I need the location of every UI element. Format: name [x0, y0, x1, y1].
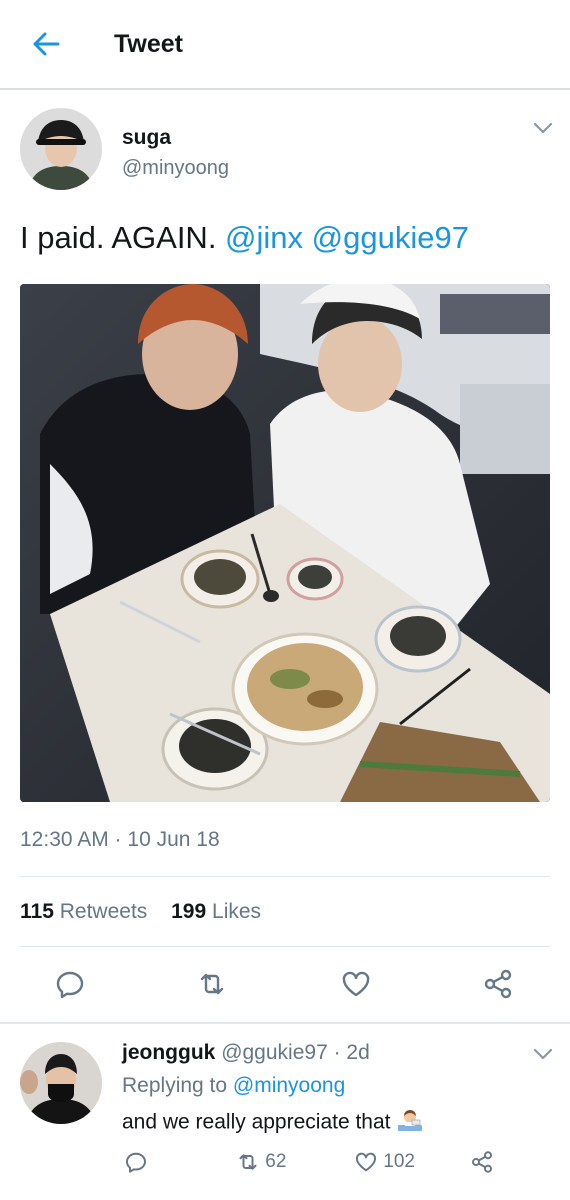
tweet-timestamp: 12:30 AM · 10 Jun 18	[20, 828, 220, 851]
divider	[20, 946, 550, 947]
mention-link[interactable]: @jinx	[225, 220, 303, 255]
back-arrow-icon[interactable]	[28, 28, 64, 60]
reply-like-button[interactable]: 102	[354, 1150, 415, 1178]
page-title: Tweet	[114, 30, 183, 58]
chevron-down-icon[interactable]	[532, 1046, 554, 1067]
retweet-icon	[239, 1154, 257, 1170]
reply-retweet-button[interactable]: 62	[236, 1150, 286, 1178]
section-divider	[0, 1022, 570, 1024]
reply-author-name[interactable]: jeongguk	[122, 1041, 215, 1064]
reply-age: · 2d	[333, 1041, 370, 1064]
mention-link[interactable]: @ggukie97	[312, 220, 469, 255]
reply-retweet-count: 62	[265, 1151, 287, 1173]
divider	[20, 876, 550, 877]
reply-text-body: and we really appreciate that	[122, 1110, 391, 1134]
top-bar: Tweet	[0, 0, 570, 90]
share-icon[interactable]	[482, 968, 514, 1000]
replying-to: Replying to @minyoong	[122, 1074, 345, 1098]
author-name[interactable]: suga	[122, 126, 171, 150]
retweets-label: Retweets	[59, 900, 148, 923]
likes-stat[interactable]: 199 Likes	[171, 900, 261, 923]
tweet-text-body: I paid. AGAIN.	[20, 220, 226, 255]
retweet-icon[interactable]	[196, 968, 228, 1000]
reply-header: jeongguk @ggukie97 · 2d	[122, 1041, 370, 1065]
tweet-stats: 115 Retweets 199 Likes	[20, 900, 261, 924]
chevron-down-icon[interactable]	[532, 120, 554, 141]
reply-author-handle[interactable]: @ggukie97	[221, 1041, 328, 1064]
reply-like-count: 102	[383, 1151, 415, 1173]
like-icon[interactable]	[340, 968, 372, 1000]
reply-share-button[interactable]	[470, 1150, 494, 1178]
replying-handle-link[interactable]: @minyoong	[233, 1074, 345, 1097]
share-icon	[472, 1151, 492, 1173]
retweets-count: 115	[20, 900, 54, 923]
reply-reply-button[interactable]	[124, 1150, 148, 1178]
reply-icon[interactable]	[54, 968, 86, 1000]
like-icon	[356, 1152, 376, 1172]
retweets-stat[interactable]: 115 Retweets	[20, 900, 147, 923]
person-at-desk-emoji-icon	[397, 1107, 423, 1139]
tweet-photo[interactable]	[20, 284, 550, 802]
likes-label: Likes	[212, 900, 262, 923]
likes-count: 199	[171, 900, 207, 923]
tweet-text: I paid. AGAIN. @jinx @ggukie97	[20, 220, 469, 256]
author-handle[interactable]: @minyoong	[122, 157, 229, 180]
replying-label: Replying to	[122, 1074, 228, 1097]
author-avatar[interactable]	[20, 108, 102, 190]
reply-author-avatar[interactable]	[20, 1042, 102, 1124]
reply-text: and we really appreciate that	[122, 1107, 423, 1139]
